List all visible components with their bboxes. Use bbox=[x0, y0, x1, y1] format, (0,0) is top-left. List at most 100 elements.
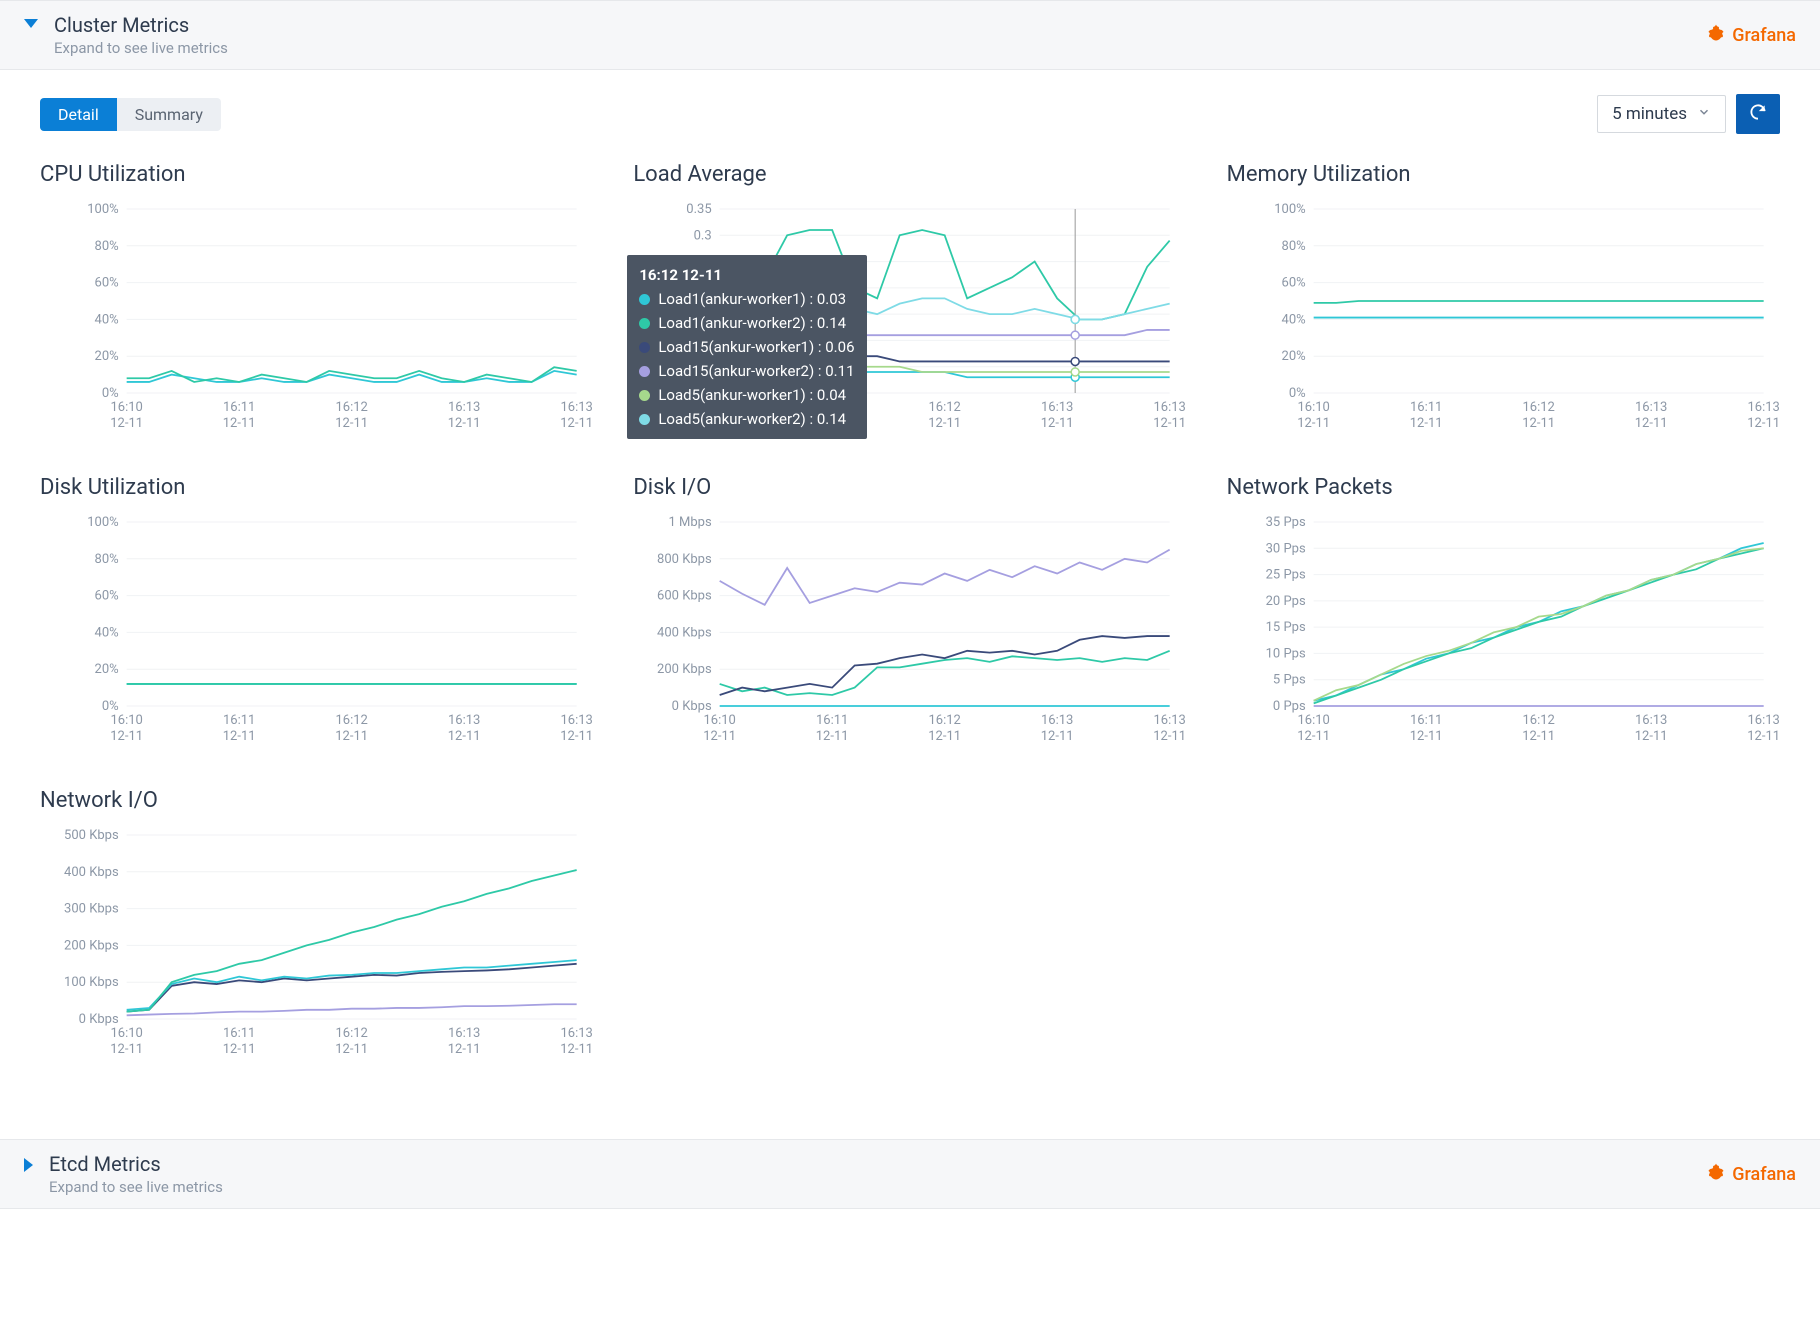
svg-text:12-11: 12-11 bbox=[704, 729, 737, 744]
svg-text:16:11: 16:11 bbox=[1410, 713, 1442, 728]
svg-text:20%: 20% bbox=[95, 349, 119, 364]
svg-text:12-11: 12-11 bbox=[335, 416, 368, 431]
tab-detail[interactable]: Detail bbox=[40, 98, 117, 131]
svg-text:40%: 40% bbox=[1281, 312, 1305, 327]
svg-text:35 Pps: 35 Pps bbox=[1265, 515, 1305, 530]
svg-text:80%: 80% bbox=[95, 239, 119, 254]
svg-text:12-11: 12-11 bbox=[929, 416, 962, 431]
svg-text:1 Mbps: 1 Mbps bbox=[669, 515, 712, 530]
svg-text:0%: 0% bbox=[102, 699, 119, 714]
svg-text:16:11: 16:11 bbox=[223, 400, 255, 415]
svg-text:0 Kbps: 0 Kbps bbox=[79, 1012, 119, 1027]
etcd-metrics-header[interactable]: Etcd Metrics Expand to see live metrics … bbox=[0, 1139, 1820, 1209]
svg-text:12-11: 12-11 bbox=[1297, 416, 1330, 431]
svg-text:16:10: 16:10 bbox=[1297, 713, 1329, 728]
svg-text:0%: 0% bbox=[102, 386, 119, 401]
chart-plot[interactable]: 0%20%40%60%80%100%16:1012-1116:1112-1116… bbox=[1227, 199, 1780, 439]
svg-text:12-11: 12-11 bbox=[335, 729, 368, 744]
svg-text:16:10: 16:10 bbox=[110, 1026, 142, 1041]
svg-text:16:12: 16:12 bbox=[335, 713, 367, 728]
svg-text:80%: 80% bbox=[1281, 239, 1305, 254]
svg-text:16:13: 16:13 bbox=[1635, 400, 1667, 415]
svg-text:12-11: 12-11 bbox=[335, 1042, 368, 1057]
svg-text:20%: 20% bbox=[95, 662, 119, 677]
timerange-select[interactable]: 5 minutes bbox=[1597, 95, 1726, 133]
svg-text:30 Pps: 30 Pps bbox=[1265, 541, 1305, 556]
svg-text:12-11: 12-11 bbox=[560, 729, 593, 744]
view-tabs: Detail Summary bbox=[40, 98, 221, 131]
svg-text:16:13: 16:13 bbox=[1154, 400, 1186, 415]
svg-text:800 Kbps: 800 Kbps bbox=[657, 552, 712, 567]
svg-text:0.35: 0.35 bbox=[687, 202, 712, 217]
svg-text:12-11: 12-11 bbox=[1409, 416, 1442, 431]
svg-text:20%: 20% bbox=[1281, 349, 1305, 364]
chart-plot[interactable]: 0 Pps5 Pps10 Pps15 Pps20 Pps25 Pps30 Pps… bbox=[1227, 512, 1780, 752]
chart-plot[interactable]: 0 Kbps200 Kbps400 Kbps600 Kbps800 Kbps1 … bbox=[633, 512, 1186, 752]
svg-text:0 Pps: 0 Pps bbox=[1273, 699, 1306, 714]
cluster-metrics-header[interactable]: Cluster Metrics Expand to see live metri… bbox=[0, 0, 1820, 70]
tab-summary[interactable]: Summary bbox=[117, 98, 221, 131]
svg-text:12-11: 12-11 bbox=[1041, 416, 1074, 431]
refresh-button[interactable] bbox=[1736, 94, 1780, 134]
svg-text:12-11: 12-11 bbox=[560, 1042, 593, 1057]
svg-text:12-11: 12-11 bbox=[1522, 416, 1555, 431]
svg-text:40%: 40% bbox=[95, 312, 119, 327]
svg-text:12-11: 12-11 bbox=[110, 729, 143, 744]
svg-text:12-11: 12-11 bbox=[816, 729, 849, 744]
svg-text:16:12: 16:12 bbox=[1522, 713, 1554, 728]
svg-text:12-11: 12-11 bbox=[1154, 416, 1187, 431]
panel-subtitle: Expand to see live metrics bbox=[49, 1178, 223, 1196]
svg-text:15 Pps: 15 Pps bbox=[1265, 620, 1305, 635]
svg-text:16:13: 16:13 bbox=[1154, 713, 1186, 728]
svg-text:16:13: 16:13 bbox=[1041, 713, 1073, 728]
svg-text:16:12: 16:12 bbox=[335, 400, 367, 415]
svg-text:12-11: 12-11 bbox=[1409, 729, 1442, 744]
collapse-icon[interactable] bbox=[24, 19, 38, 28]
grafana-icon bbox=[1706, 1162, 1726, 1187]
svg-text:16:10: 16:10 bbox=[704, 713, 736, 728]
chart-plot[interactable]: 0%20%40%60%80%100%16:1012-1116:1112-1116… bbox=[40, 512, 593, 752]
svg-text:16:11: 16:11 bbox=[223, 713, 255, 728]
chart-diskio: Disk I/O0 Kbps200 Kbps400 Kbps600 Kbps80… bbox=[633, 475, 1186, 756]
svg-text:200 Kbps: 200 Kbps bbox=[657, 662, 712, 677]
svg-text:60%: 60% bbox=[95, 276, 119, 291]
svg-text:500 Kbps: 500 Kbps bbox=[64, 828, 119, 843]
chart-netpkt: Network Packets0 Pps5 Pps10 Pps15 Pps20 … bbox=[1227, 475, 1780, 756]
panel-subtitle: Expand to see live metrics bbox=[54, 39, 228, 57]
chart-plot[interactable]: 0%20%40%60%80%100%16:1012-1116:1112-1116… bbox=[40, 199, 593, 439]
svg-text:12-11: 12-11 bbox=[1747, 416, 1780, 431]
svg-text:12-11: 12-11 bbox=[929, 729, 962, 744]
svg-text:16:11: 16:11 bbox=[816, 713, 848, 728]
svg-text:400 Kbps: 400 Kbps bbox=[657, 625, 712, 640]
svg-text:16:12: 16:12 bbox=[929, 713, 961, 728]
svg-text:16:10: 16:10 bbox=[110, 400, 142, 415]
svg-text:10 Pps: 10 Pps bbox=[1265, 646, 1305, 661]
grafana-link[interactable]: Grafana bbox=[1706, 23, 1796, 48]
svg-text:16:13: 16:13 bbox=[448, 400, 480, 415]
svg-text:16:13: 16:13 bbox=[1635, 713, 1667, 728]
svg-text:12-11: 12-11 bbox=[110, 1042, 143, 1057]
svg-text:12-11: 12-11 bbox=[560, 416, 593, 431]
svg-text:25 Pps: 25 Pps bbox=[1265, 568, 1305, 583]
svg-text:12-11: 12-11 bbox=[1041, 729, 1074, 744]
svg-text:100 Kbps: 100 Kbps bbox=[64, 975, 119, 990]
chart-mem: Memory Utilization0%20%40%60%80%100%16:1… bbox=[1227, 162, 1780, 443]
chart-title: Network Packets bbox=[1227, 475, 1780, 500]
svg-text:300 Kbps: 300 Kbps bbox=[64, 902, 119, 917]
svg-text:12-11: 12-11 bbox=[448, 1042, 481, 1057]
chart-title: Load Average bbox=[633, 162, 1186, 187]
svg-text:0.3: 0.3 bbox=[694, 228, 712, 243]
svg-text:60%: 60% bbox=[1281, 276, 1305, 291]
svg-text:12-11: 12-11 bbox=[1634, 416, 1667, 431]
chart-load: Load Average00.050.10.150.20.250.30.3516… bbox=[633, 162, 1186, 443]
expand-icon[interactable] bbox=[24, 1158, 33, 1172]
svg-text:5 Pps: 5 Pps bbox=[1273, 673, 1306, 688]
panel-title: Etcd Metrics bbox=[49, 1152, 223, 1176]
timerange-value: 5 minutes bbox=[1612, 104, 1687, 124]
svg-text:16:13: 16:13 bbox=[1747, 400, 1779, 415]
chart-plot[interactable]: 0 Kbps100 Kbps200 Kbps300 Kbps400 Kbps50… bbox=[40, 825, 593, 1065]
svg-text:16:13: 16:13 bbox=[1041, 400, 1073, 415]
svg-text:100%: 100% bbox=[87, 515, 118, 530]
panel-title: Cluster Metrics bbox=[54, 13, 228, 37]
grafana-link[interactable]: Grafana bbox=[1706, 1162, 1796, 1187]
